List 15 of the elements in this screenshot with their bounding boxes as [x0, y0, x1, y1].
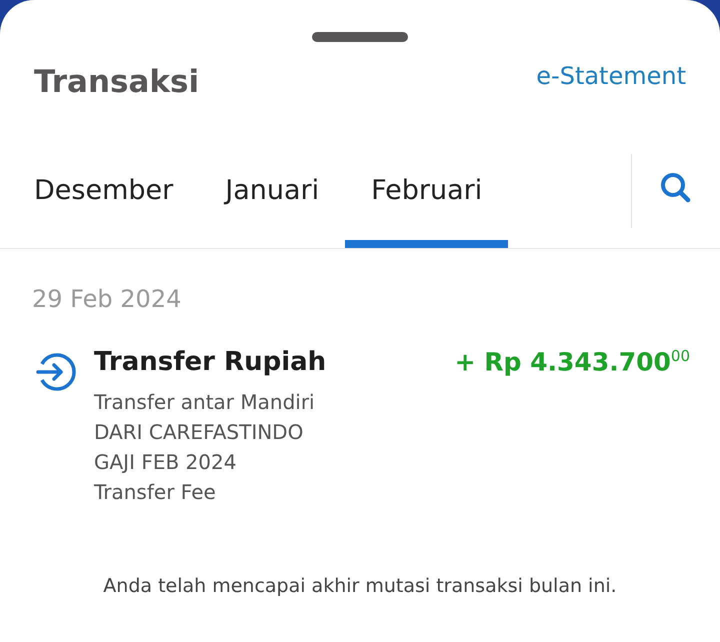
- incoming-arrow-icon: [34, 351, 76, 393]
- transaction-amount: + Rp 4.343.700$^{00}$: [454, 347, 690, 376]
- page-title: Transaksi: [34, 64, 200, 100]
- transaction-detail: Transfer antar Mandiri: [94, 389, 316, 416]
- end-of-list-message: Anda telah mencapai akhir mutasi transaksi bulan ini.: [102, 575, 618, 598]
- transaction-detail: Transfer Fee: [94, 479, 217, 506]
- date-heading: 29 Feb 2024: [31, 284, 182, 313]
- transaction-title: Transfer Rupiah: [94, 347, 326, 378]
- month-tab[interactable]: Februari: [345, 140, 508, 248]
- transaction-detail: GAJI FEB 2024: [94, 449, 238, 476]
- e-statement-link[interactable]: e-Statement: [536, 62, 686, 90]
- transaction-detail: DARI CAREFASTINDO: [94, 419, 304, 446]
- month-tab[interactable]: Desember: [8, 140, 200, 248]
- drag-handle[interactable]: [312, 32, 408, 42]
- month-tab[interactable]: Januari: [199, 140, 346, 248]
